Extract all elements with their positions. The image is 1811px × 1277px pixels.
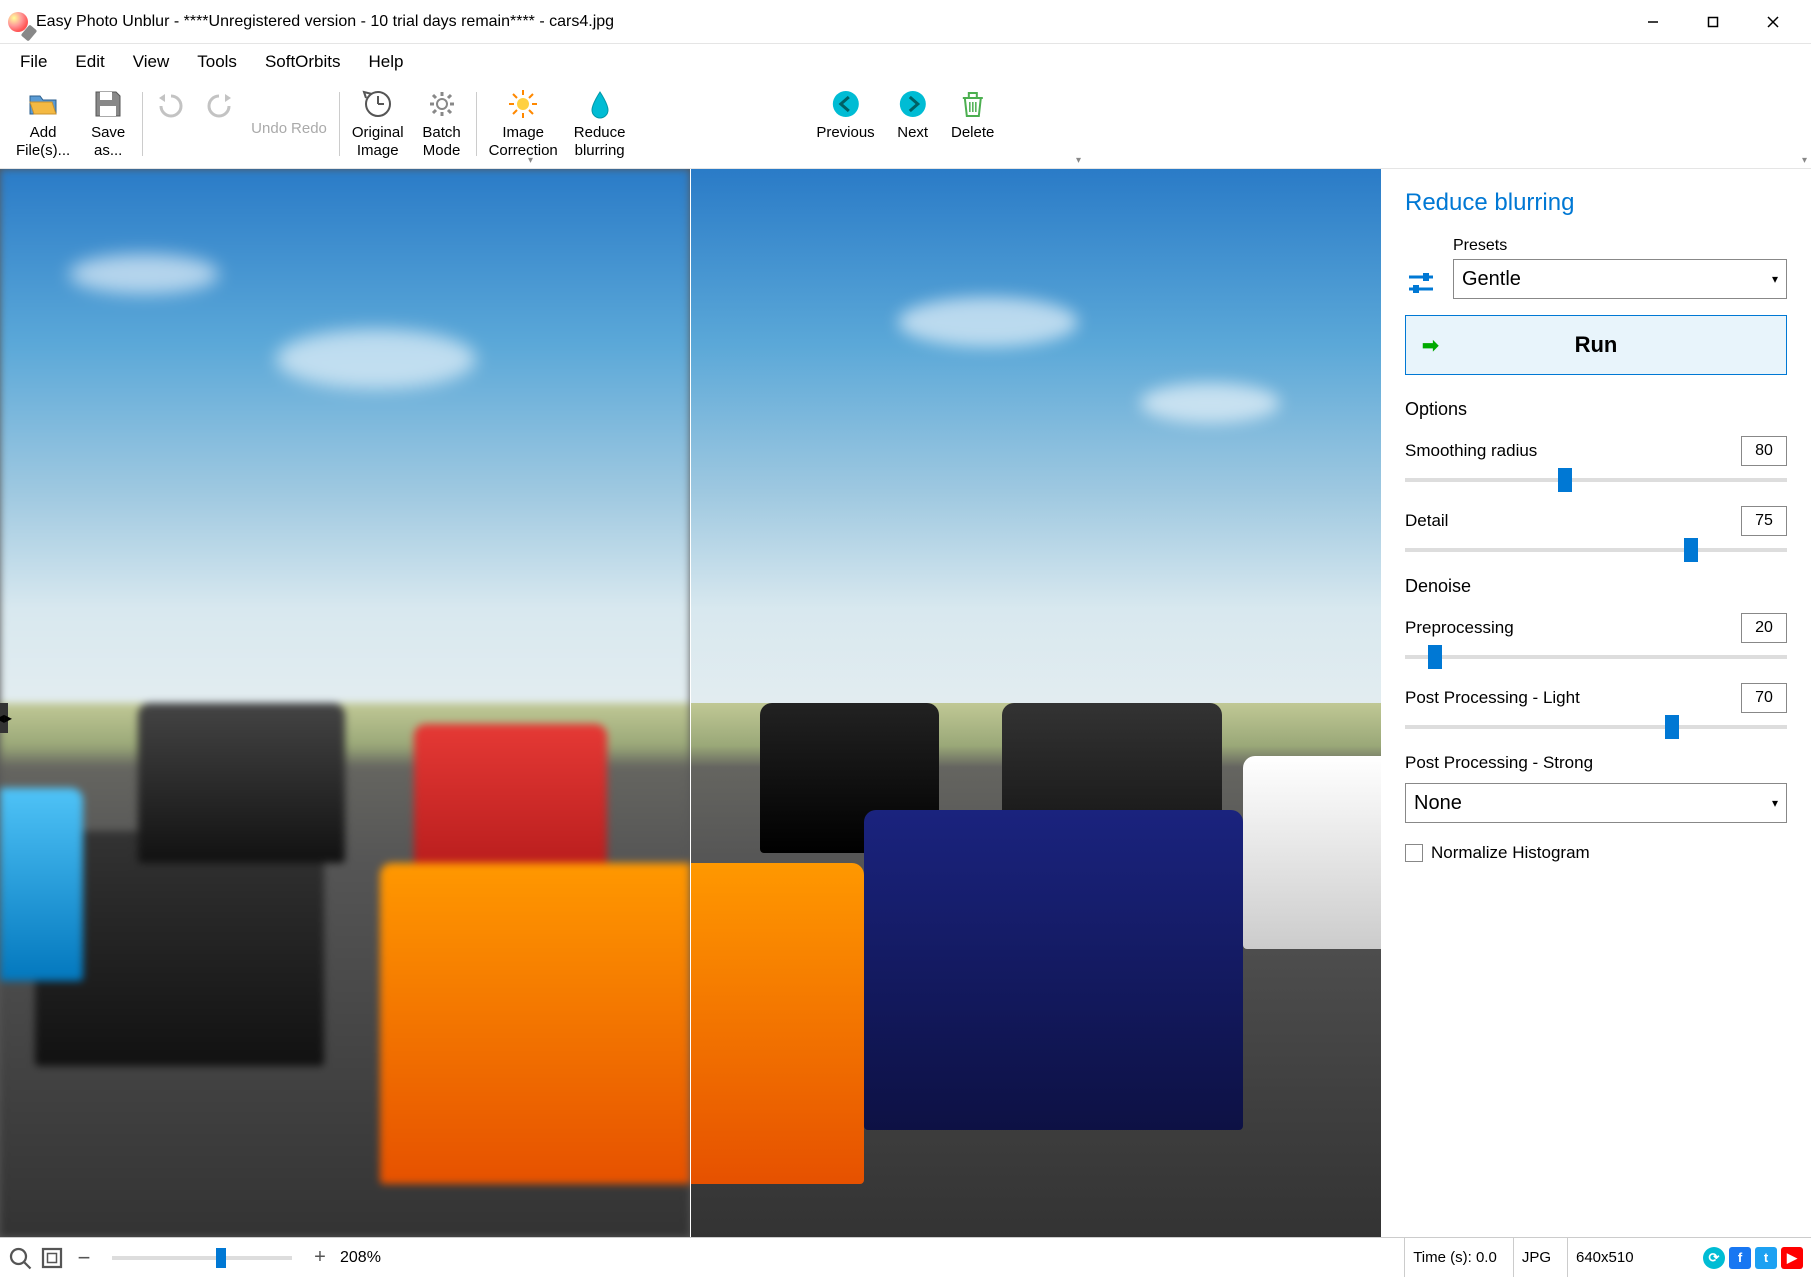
- zoom-in-button[interactable]: +: [308, 1246, 332, 1270]
- post-strong-dropdown[interactable]: None: [1405, 783, 1787, 823]
- undo-label: Undo: [251, 120, 287, 138]
- menu-softorbits[interactable]: SoftOrbits: [253, 46, 353, 78]
- trash-icon: [957, 88, 989, 120]
- clock-icon: [362, 88, 394, 120]
- share-icon[interactable]: ⟳: [1703, 1247, 1725, 1269]
- presets-dropdown[interactable]: Gentle: [1453, 259, 1787, 299]
- add-files-button[interactable]: Add File(s)...: [8, 84, 78, 164]
- previous-button[interactable]: Previous: [808, 84, 882, 146]
- redo-button[interactable]: [195, 84, 243, 124]
- menu-file[interactable]: File: [8, 46, 59, 78]
- zoom-out-button[interactable]: −: [72, 1246, 96, 1270]
- zoom-fit-button[interactable]: [40, 1246, 64, 1270]
- status-format: JPG: [1513, 1238, 1559, 1277]
- reduce-blurring-button[interactable]: Reduce blurring: [566, 84, 634, 164]
- droplet-icon: [584, 88, 616, 120]
- detail-label: Detail: [1405, 511, 1448, 531]
- options-label: Options: [1405, 399, 1787, 420]
- post-light-label: Post Processing - Light: [1405, 688, 1580, 708]
- after-image: [691, 169, 1381, 1237]
- toolbar: Add File(s)... Save as... Undo Redo Orig…: [0, 80, 1811, 169]
- zoom-slider[interactable]: [112, 1256, 292, 1260]
- divider-handle[interactable]: ◂▸: [0, 703, 8, 733]
- preprocessing-label: Preprocessing: [1405, 618, 1514, 638]
- normalize-label: Normalize Histogram: [1431, 843, 1590, 863]
- twitter-icon[interactable]: t: [1755, 1247, 1777, 1269]
- delete-button[interactable]: Delete: [943, 84, 1003, 146]
- run-arrow-icon: ➡: [1422, 333, 1439, 358]
- maximize-button[interactable]: [1683, 0, 1743, 44]
- run-button[interactable]: ➡ Run: [1405, 315, 1787, 375]
- main-area: ◂▸ Reduce blurring Presets Gentle ➡ Run: [0, 169, 1811, 1237]
- sliders-icon: [1405, 267, 1437, 299]
- next-button[interactable]: Next: [883, 84, 943, 146]
- panel-title: Reduce blurring: [1405, 189, 1787, 217]
- preprocessing-slider[interactable]: [1405, 655, 1787, 659]
- undo-icon: [155, 88, 187, 120]
- undo-button[interactable]: [147, 84, 195, 124]
- save-as-button[interactable]: Save as...: [78, 84, 138, 164]
- toolbar-overflow-center[interactable]: ▾: [1076, 155, 1081, 166]
- smoothing-radius-label: Smoothing radius: [1405, 441, 1537, 461]
- image-comparison-view[interactable]: ◂▸: [0, 169, 1381, 1237]
- before-image: [0, 169, 690, 1237]
- menu-view[interactable]: View: [121, 46, 182, 78]
- app-icon: [8, 12, 28, 32]
- facebook-icon[interactable]: f: [1729, 1247, 1751, 1269]
- arrow-right-icon: [897, 88, 929, 120]
- original-image-button[interactable]: Original Image: [344, 84, 412, 164]
- image-correction-button[interactable]: Image Correction: [481, 84, 566, 164]
- denoise-label: Denoise: [1405, 576, 1787, 597]
- smoothing-radius-input[interactable]: [1741, 436, 1787, 466]
- post-light-group: Post Processing - Light: [1405, 683, 1787, 729]
- toolbar-overflow-left[interactable]: ▾: [528, 155, 533, 166]
- youtube-icon[interactable]: ▶: [1781, 1247, 1803, 1269]
- smoothing-radius-slider[interactable]: [1405, 478, 1787, 482]
- preprocessing-group: Preprocessing: [1405, 613, 1787, 659]
- menu-tools[interactable]: Tools: [185, 46, 249, 78]
- menu-help[interactable]: Help: [357, 46, 416, 78]
- post-light-input[interactable]: [1741, 683, 1787, 713]
- normalize-checkbox[interactable]: [1405, 844, 1423, 862]
- arrow-left-icon: [829, 88, 861, 120]
- detail-input[interactable]: [1741, 506, 1787, 536]
- close-button[interactable]: [1743, 0, 1803, 44]
- menu-edit[interactable]: Edit: [63, 46, 116, 78]
- post-light-slider[interactable]: [1405, 725, 1787, 729]
- redo-label: Redo: [291, 120, 327, 138]
- redo-icon: [203, 88, 235, 120]
- statusbar: − + 208% Time (s): 0.0 JPG 640x510 ⟳ f t…: [0, 1237, 1811, 1277]
- smoothing-radius-group: Smoothing radius: [1405, 436, 1787, 482]
- post-strong-label: Post Processing - Strong: [1405, 753, 1787, 773]
- batch-mode-button[interactable]: Batch Mode: [412, 84, 472, 164]
- window-title: Easy Photo Unblur - ****Unregistered ver…: [36, 13, 1623, 31]
- brightness-icon: [507, 88, 539, 120]
- folder-open-icon: [27, 88, 59, 120]
- save-icon: [92, 88, 124, 120]
- presets-label: Presets: [1453, 237, 1787, 255]
- gear-icon: [426, 88, 458, 120]
- toolbar-overflow-right[interactable]: ▾: [1802, 155, 1807, 166]
- menubar: File Edit View Tools SoftOrbits Help: [0, 44, 1811, 80]
- preprocessing-input[interactable]: [1741, 613, 1787, 643]
- status-time: Time (s): 0.0: [1404, 1238, 1505, 1277]
- right-panel: Reduce blurring Presets Gentle ➡ Run Opt…: [1381, 169, 1811, 1237]
- titlebar: Easy Photo Unblur - ****Unregistered ver…: [0, 0, 1811, 44]
- zoom-value: 208%: [340, 1249, 381, 1267]
- comparison-divider[interactable]: ◂▸: [690, 169, 691, 1237]
- zoom-actual-button[interactable]: [8, 1246, 32, 1270]
- detail-group: Detail: [1405, 506, 1787, 552]
- detail-slider[interactable]: [1405, 548, 1787, 552]
- minimize-button[interactable]: [1623, 0, 1683, 44]
- status-dimensions: 640x510: [1567, 1238, 1687, 1277]
